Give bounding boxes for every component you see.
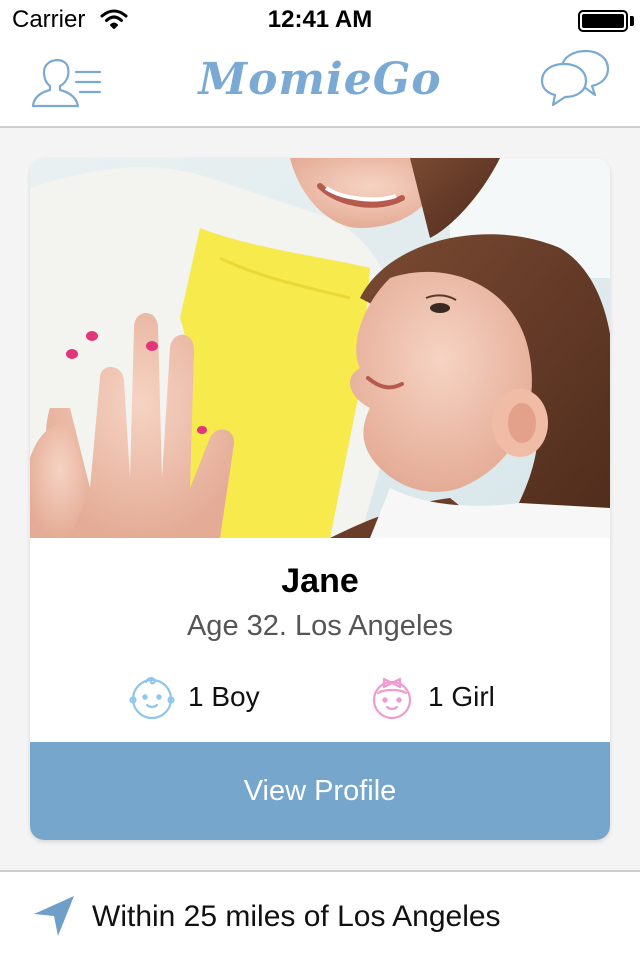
battery-nub	[630, 16, 634, 26]
clock: 12:41 AM	[267, 6, 373, 33]
kid-girl: 1 Girl	[368, 672, 495, 722]
kid-boy-label: 1 Boy	[188, 681, 260, 712]
kid-girl-label: 1 Girl	[428, 681, 495, 712]
battery-level	[582, 14, 624, 28]
mother-and-daughter-high-five-photo	[30, 158, 610, 538]
status-bar: Carrier 12:41 AM	[0, 0, 640, 40]
battery-icon	[578, 10, 628, 32]
profile-card: Jane Age 32. Los Angeles 1 Boy 1 Girl Vi…	[30, 158, 610, 840]
profile-age-location: Age 32. Los Angeles	[186, 610, 454, 642]
location-radius-label: Within 25 miles of Los Angeles	[92, 900, 501, 933]
profile-name: Jane	[281, 562, 359, 600]
baby-boy-icon	[128, 673, 176, 721]
location-arrow-icon	[32, 894, 76, 938]
view-profile-button[interactable]: View Profile	[30, 742, 610, 840]
chat-bubbles-icon[interactable]	[540, 48, 610, 114]
location-filter-bar[interactable]: Within 25 miles of Los Angeles	[0, 870, 640, 960]
nav-bar: MomieGo	[0, 40, 640, 128]
kid-boy: 1 Boy	[128, 672, 260, 722]
baby-girl-icon	[368, 673, 416, 721]
